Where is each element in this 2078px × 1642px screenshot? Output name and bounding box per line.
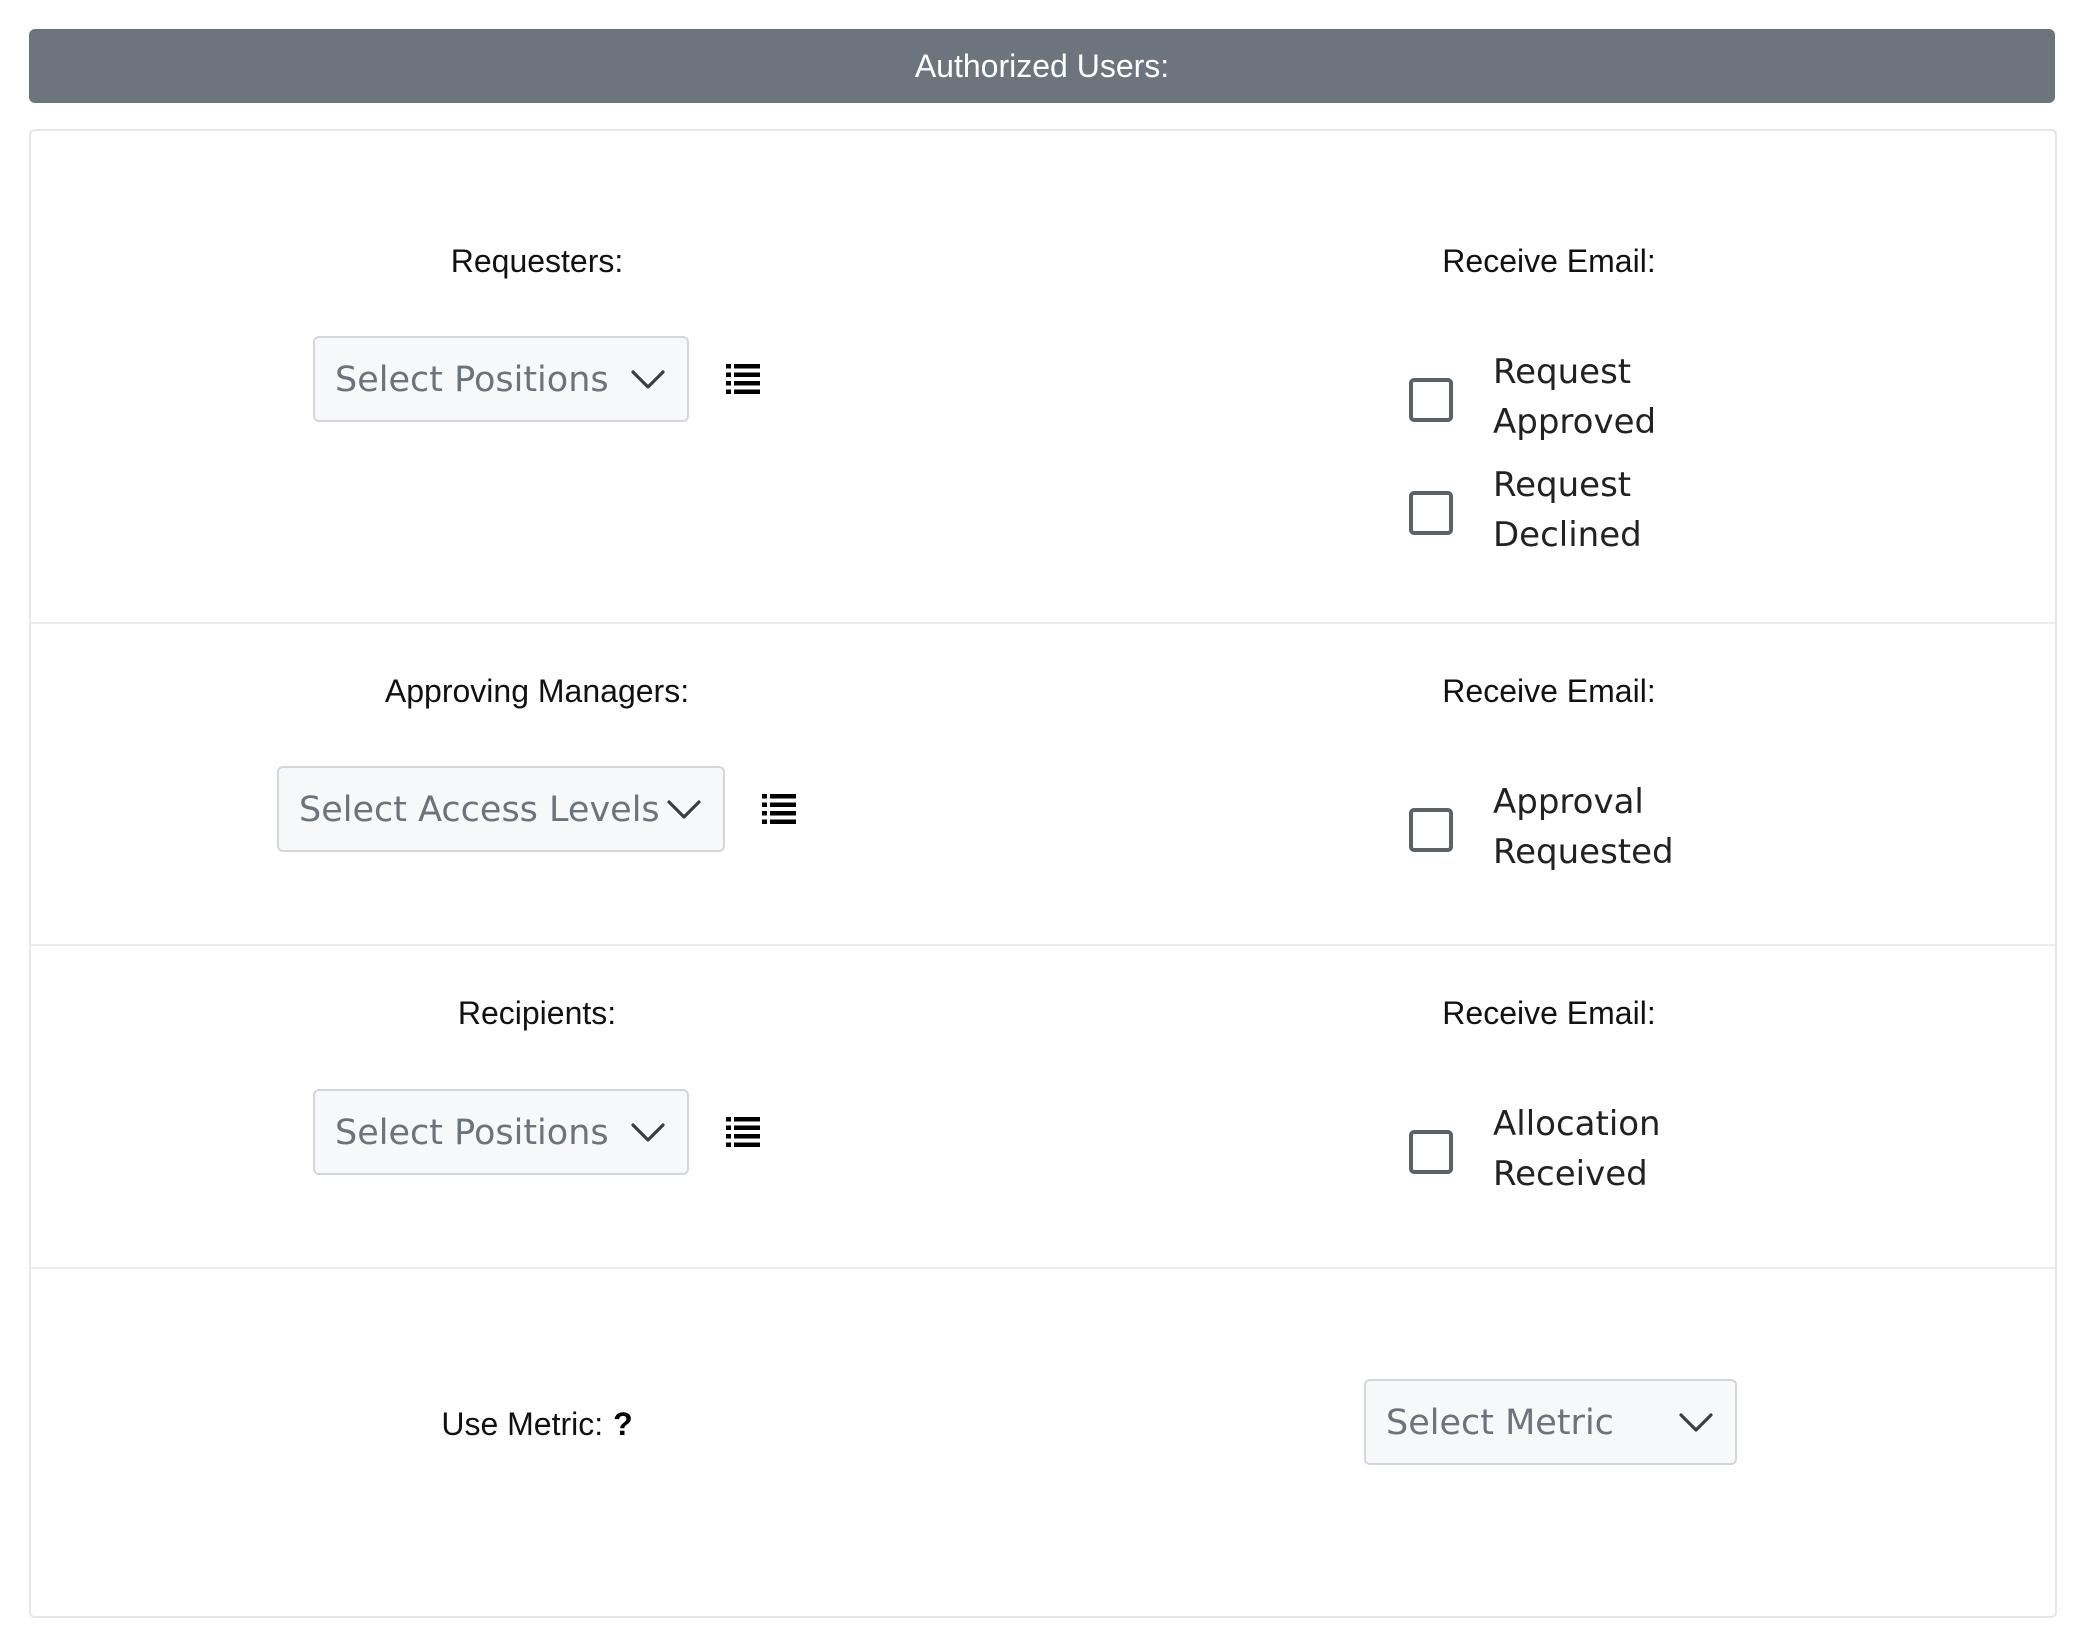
- request-declined-checkbox[interactable]: [1409, 491, 1453, 535]
- allocation-received-checkbox[interactable]: [1409, 1130, 1453, 1174]
- approving-managers-email-label: Receive Email:: [1442, 673, 1656, 709]
- section-divider: [31, 944, 2055, 946]
- chevron-down-icon: [667, 800, 701, 819]
- section-divider: [31, 1267, 2055, 1269]
- header-title: Authorized Users:: [914, 48, 1170, 84]
- requesters-label: Requesters:: [450, 243, 624, 279]
- requesters-select[interactable]: Select Positions: [313, 336, 689, 422]
- recipients-label: Recipients:: [457, 995, 617, 1031]
- approval-requested-label: Approval Requested: [1493, 782, 1674, 872]
- chevron-down-icon: [631, 1123, 665, 1142]
- approving-managers-label: Approving Managers:: [384, 673, 690, 709]
- list-icon[interactable]: [726, 1117, 760, 1147]
- help-icon[interactable]: ?: [613, 1404, 633, 1444]
- recipients-select-placeholder: Select Positions: [335, 1113, 609, 1153]
- section-divider: [31, 622, 2055, 624]
- chevron-down-icon: [631, 370, 665, 389]
- requesters-select-placeholder: Select Positions: [335, 360, 609, 400]
- chevron-down-icon: [1679, 1413, 1713, 1432]
- request-declined-label: Request Declined: [1493, 465, 1642, 555]
- allocation-received-label: Allocation Received: [1493, 1104, 1661, 1194]
- authorized-users-header: Authorized Users:: [29, 29, 2055, 103]
- request-approved-checkbox[interactable]: [1409, 378, 1453, 422]
- metric-select[interactable]: Select Metric: [1364, 1379, 1737, 1465]
- approval-requested-checkbox[interactable]: [1409, 808, 1453, 852]
- requesters-email-label: Receive Email:: [1442, 243, 1656, 279]
- metric-select-placeholder: Select Metric: [1386, 1403, 1614, 1443]
- approving-managers-select[interactable]: Select Access Levels: [277, 766, 725, 852]
- recipients-email-label: Receive Email:: [1442, 995, 1656, 1031]
- use-metric-row: Use Metric:?: [441, 1404, 632, 1444]
- authorized-users-panel: Requesters: Select Positions Receive Ema…: [29, 129, 2057, 1618]
- approving-managers-select-placeholder: Select Access Levels: [299, 790, 660, 830]
- request-approved-label: Request Approved: [1493, 352, 1657, 442]
- recipients-select[interactable]: Select Positions: [313, 1089, 689, 1175]
- list-icon[interactable]: [726, 364, 760, 394]
- list-icon[interactable]: [762, 794, 796, 824]
- use-metric-label: Use Metric:: [441, 1406, 604, 1442]
